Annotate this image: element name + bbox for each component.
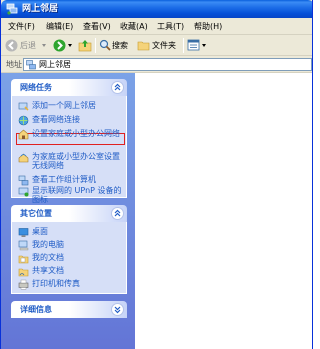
network-tasks-title: 网络任务	[20, 83, 52, 92]
forward-arrow-icon	[53, 39, 66, 52]
task-label: 设置家庭或小型办公网络	[32, 129, 120, 138]
task-view-network-connections[interactable]: 查看网络连接	[18, 115, 126, 126]
menu-view[interactable]: 查看(V)	[83, 21, 111, 33]
address-label: 地址(D)	[6, 60, 22, 69]
network-tasks-panel: 网络任务 添加一个网上邻居 查看网络连接 设置家庭或小型办公网络 为家庭或小型办…	[11, 79, 127, 204]
menu-bar: 文件(F) 编辑(E) 查看(V) 收藏(A) 工具(T) 帮助(H)	[1, 18, 312, 35]
back-arrow-icon	[5, 39, 18, 52]
collapse-chevron-icon[interactable]	[111, 207, 124, 220]
network-connections-icon	[18, 115, 29, 126]
other-places-body: 桌面 我的电脑 我的文档 共享文档 打印机和传真	[11, 222, 127, 294]
other-places-header[interactable]: 其它位置	[11, 205, 127, 222]
back-dropdown-icon[interactable]	[42, 44, 46, 47]
shared-documents-icon	[18, 268, 29, 277]
up-button[interactable]	[77, 38, 93, 53]
collapse-chevron-icon[interactable]	[111, 81, 124, 94]
address-input[interactable]: 网上邻居	[23, 58, 312, 71]
explorer-window: 网上邻居 文件(F) 编辑(E) 查看(V) 收藏(A) 工具(T) 帮助(H)…	[0, 0, 313, 349]
task-label: 为家庭或小型办公室设置无线网络	[32, 152, 120, 170]
details-panel: 详细信息	[11, 301, 127, 318]
address-value: 网上邻居	[39, 60, 71, 69]
workgroup-computers-icon	[18, 175, 29, 186]
folders-button[interactable]: 文件夹	[137, 38, 179, 53]
menu-help[interactable]: 帮助(H)	[194, 21, 222, 33]
search-label: 搜索	[112, 41, 128, 50]
wireless-network-icon	[18, 153, 29, 163]
my-documents-icon	[18, 255, 29, 264]
window-title: 网上邻居	[22, 4, 59, 14]
search-icon	[99, 39, 111, 51]
task-setup-home-network[interactable]: 设置家庭或小型办公网络	[18, 129, 126, 148]
forward-dropdown-icon[interactable]	[68, 44, 72, 47]
place-my-documents[interactable]: 我的文档	[18, 253, 126, 264]
views-icon	[187, 39, 200, 51]
details-header[interactable]: 详细信息	[11, 301, 127, 318]
upnp-devices-icon	[18, 187, 29, 197]
menu-tools[interactable]: 工具(T)	[157, 21, 184, 33]
title-bar[interactable]: 网上邻居	[1, 0, 312, 18]
network-tasks-body: 添加一个网上邻居 查看网络连接 设置家庭或小型办公网络 为家庭或小型办公室设置无…	[11, 96, 127, 204]
place-label: 共享文档	[32, 266, 64, 275]
menu-file[interactable]: 文件(F)	[8, 21, 35, 33]
search-button[interactable]: 搜索	[99, 38, 133, 53]
toolbar-separator	[183, 38, 184, 53]
place-my-computer[interactable]: 我的电脑	[18, 240, 126, 251]
folder-up-icon	[78, 40, 92, 52]
place-printers-faxes[interactable]: 打印机和传真	[18, 279, 126, 290]
menu-edit[interactable]: 编辑(E)	[46, 21, 73, 33]
my-computer-icon	[18, 240, 29, 251]
printer-icon	[18, 279, 29, 290]
place-label: 我的电脑	[32, 240, 64, 249]
address-bar: 地址(D) 网上邻居	[1, 56, 312, 73]
task-add-network-place[interactable]: 添加一个网上邻居	[18, 101, 126, 111]
place-shared-documents[interactable]: 共享文档	[18, 266, 126, 277]
task-label: 添加一个网上邻居	[32, 101, 96, 110]
forward-button[interactable]	[53, 38, 75, 53]
toolbar-separator	[95, 38, 96, 53]
chevron-down-icon	[114, 306, 121, 314]
task-view-workgroup-computers[interactable]: 查看工作组计算机	[18, 175, 126, 186]
task-pane: 网络任务 添加一个网上邻居 查看网络连接 设置家庭或小型办公网络 为家庭或小型办…	[1, 73, 135, 349]
network-places-icon	[6, 3, 18, 15]
other-places-panel: 其它位置 桌面 我的电脑 我的文档 共享文档 打印机和传真	[11, 205, 127, 294]
place-label: 打印机和传真	[32, 279, 80, 288]
place-label: 桌面	[32, 227, 48, 236]
views-button[interactable]	[187, 38, 209, 53]
chevron-up-icon	[114, 209, 121, 217]
place-label: 我的文档	[32, 253, 64, 262]
folder-icon	[137, 41, 150, 51]
views-dropdown-icon[interactable]	[202, 44, 206, 47]
task-label: 显示联网的 UPnP 设备的图标	[32, 186, 122, 204]
other-places-title: 其它位置	[20, 209, 52, 218]
add-network-place-icon	[18, 102, 29, 111]
task-label: 查看工作组计算机	[32, 175, 96, 184]
file-list-area[interactable]	[135, 73, 312, 349]
desktop-icon	[18, 228, 29, 237]
home-network-icon	[18, 129, 29, 140]
place-desktop[interactable]: 桌面	[18, 227, 126, 237]
back-label: 后退	[20, 41, 36, 50]
task-label: 查看网络连接	[32, 115, 80, 124]
expand-chevron-icon[interactable]	[111, 303, 124, 316]
task-show-upnp-icons[interactable]: 显示联网的 UPnP 设备的图标	[18, 186, 126, 205]
back-button[interactable]: 后退	[5, 38, 51, 53]
network-places-icon	[26, 60, 36, 70]
folders-label: 文件夹	[152, 41, 176, 50]
network-tasks-header[interactable]: 网络任务	[11, 79, 127, 96]
content-area: 网络任务 添加一个网上邻居 查看网络连接 设置家庭或小型办公网络 为家庭或小型办…	[1, 73, 312, 349]
menu-favorites[interactable]: 收藏(A)	[120, 21, 148, 33]
chevron-up-icon	[114, 83, 121, 91]
task-setup-wireless-network[interactable]: 为家庭或小型办公室设置无线网络	[18, 152, 126, 171]
details-title: 详细信息	[20, 305, 52, 314]
toolbar: 后退 搜索 文件夹	[1, 35, 312, 56]
